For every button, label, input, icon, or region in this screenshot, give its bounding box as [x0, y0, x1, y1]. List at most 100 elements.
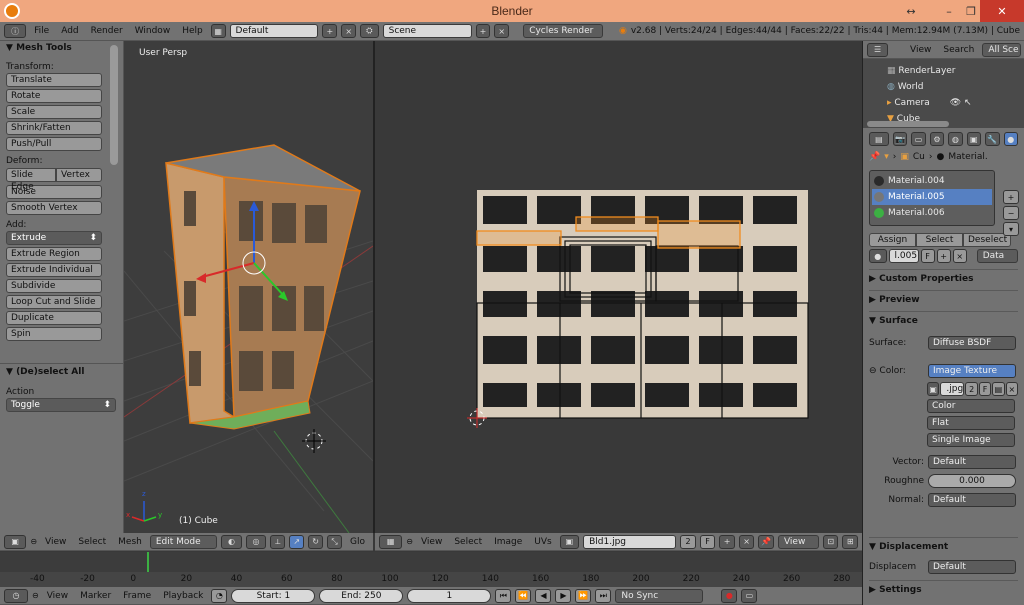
menu-add[interactable]: Add [57, 26, 82, 36]
timeline-menu-view[interactable]: View [43, 591, 72, 601]
translate-manip-icon[interactable]: ↗ [289, 534, 305, 549]
displacement-panel[interactable]: ▼ Displacement [869, 537, 1018, 552]
manipulator-icon[interactable]: ⟂ [270, 534, 286, 549]
vector-dropdown[interactable]: Default [928, 455, 1016, 469]
mesh-tools-header[interactable]: ▼ Mesh Tools [6, 43, 115, 53]
image-header-unlink-icon[interactable]: × [738, 534, 755, 549]
image-menu-select[interactable]: Select [450, 537, 486, 547]
image-unlink-icon[interactable]: × [1005, 382, 1019, 396]
start-frame-field[interactable]: Start: 1 [231, 588, 316, 603]
outliner-item-world[interactable]: ◍ World [887, 79, 1024, 95]
slide-edge-button[interactable]: Slide Edge [6, 168, 56, 192]
menu-render[interactable]: Render [87, 26, 127, 36]
fake-user-button[interactable]: F [920, 249, 935, 263]
material-tab-icon[interactable]: ● [1003, 132, 1018, 146]
slot-add-icon[interactable]: + [1003, 190, 1019, 204]
scale-button[interactable]: Scale [6, 105, 102, 119]
projection-dropdown[interactable]: Flat [927, 416, 1015, 430]
orientation-dropdown[interactable]: Glo [346, 537, 369, 547]
view3d-menu-mesh[interactable]: Mesh [114, 537, 146, 547]
scene-add-icon[interactable]: + [475, 24, 491, 38]
image-fake-user-button[interactable]: F [978, 382, 992, 396]
slot-move-icon[interactable]: ▾ [1003, 222, 1019, 236]
duplicate-button[interactable]: Duplicate [6, 311, 102, 325]
record-icon[interactable]: ● [721, 588, 738, 603]
world-tab-icon[interactable]: ◍ [948, 132, 963, 146]
keying-set-icon[interactable]: ▭ [741, 588, 758, 603]
next-key-icon[interactable]: ⏩ [575, 588, 592, 603]
snap-icon[interactable]: ⊞ [842, 534, 859, 549]
outliner-menu-search[interactable]: Search [939, 45, 978, 55]
view3d-editor-icon[interactable]: ▣ [4, 534, 27, 549]
3d-viewport[interactable]: User Persp (1) Cube z x y [124, 41, 373, 533]
roughness-slider[interactable]: 0.000 [928, 474, 1016, 488]
scene-icon[interactable]: ⛭ [360, 24, 379, 38]
unlink-material-icon[interactable]: × [952, 249, 967, 263]
material-slot-3[interactable]: Material.006 [872, 205, 992, 221]
image-browse-header-icon[interactable]: ▣ [559, 534, 580, 549]
outliner-menu-view[interactable]: View [906, 45, 935, 55]
outliner-editor-icon[interactable]: ☰ [867, 42, 889, 57]
scene-field[interactable]: Scene [382, 24, 472, 38]
timeline-editor-icon[interactable]: ◷ [4, 588, 28, 603]
timeline-menu-marker[interactable]: Marker [76, 591, 115, 601]
layout-add-icon[interactable]: + [322, 24, 338, 38]
image-header-new-icon[interactable]: + [719, 534, 735, 549]
color-space-dropdown[interactable]: Color [927, 399, 1015, 413]
layout-field[interactable]: Default [229, 24, 319, 38]
outliner-item-camera[interactable]: ▸ Camera 👁 ↖ [887, 95, 1024, 111]
sticky-mode-icon[interactable]: ⊡ [822, 534, 839, 549]
image-open-icon[interactable]: ▤ [992, 382, 1005, 396]
preview-range-icon[interactable]: ◔ [211, 588, 228, 603]
render-tab-icon[interactable]: 📷 [892, 132, 908, 146]
loop-cut-button[interactable]: Loop Cut and Slide [6, 295, 102, 309]
rotate-button[interactable]: Rotate [6, 89, 102, 103]
extrude-individual-button[interactable]: Extrude Individual [6, 263, 102, 277]
deselect-all-header[interactable]: ▼ (De)select All [6, 367, 118, 377]
material-slot-2[interactable]: Material.005 [872, 189, 992, 205]
shrink-fatten-button[interactable]: Shrink/Fatten [6, 121, 102, 135]
displacement-dropdown[interactable]: Default [928, 560, 1016, 574]
scene-remove-icon[interactable]: × [494, 24, 510, 38]
rotate-manip-icon[interactable]: ↻ [308, 534, 324, 549]
action-dropdown[interactable]: Toggle ⬍ [6, 398, 116, 412]
toolshelf-scrollbar[interactable] [110, 45, 118, 165]
modifier-tab-icon[interactable]: 🔧 [985, 132, 1000, 146]
image-view-dropdown[interactable]: View [777, 534, 819, 549]
jump-end-icon[interactable]: ⏭ [595, 588, 612, 603]
image-browse-icon[interactable]: ▣ [927, 382, 940, 396]
view3d-menu-view[interactable]: View [41, 537, 70, 547]
material-name-field[interactable]: l.005 [888, 249, 919, 263]
smooth-vertex-button[interactable]: Smooth Vertex [6, 201, 102, 215]
scene-tab-icon[interactable]: ⚙ [929, 132, 945, 146]
layer-tab-icon[interactable]: ▭ [911, 132, 926, 146]
timeline-menu-frame[interactable]: Frame [119, 591, 155, 601]
image-header-fake-user[interactable]: F [699, 534, 716, 549]
properties-editor-icon[interactable]: ▤ [869, 132, 889, 146]
prev-key-icon[interactable]: ⏪ [515, 588, 532, 603]
render-engine-dropdown[interactable]: Cycles Render [523, 24, 603, 38]
info-editor-icon[interactable]: ⓘ [4, 24, 27, 38]
play-icon[interactable]: ▶ [555, 588, 572, 603]
slide-vertex-button[interactable]: Vertex [56, 168, 102, 182]
material-slot-1[interactable]: Material.004 [872, 173, 992, 189]
image-name-field[interactable]: .jpg [940, 382, 965, 396]
object-tab-icon[interactable]: ▣ [966, 132, 982, 146]
push-pull-button[interactable]: Push/Pull [6, 137, 102, 151]
extrude-region-button[interactable]: Extrude Region [6, 247, 102, 261]
menu-help[interactable]: Help [178, 26, 207, 36]
assign-button[interactable]: Assign [869, 233, 916, 247]
play-reverse-icon[interactable]: ◀ [535, 588, 552, 603]
shading-icon[interactable]: ◐ [221, 534, 242, 549]
slot-remove-icon[interactable]: − [1003, 206, 1019, 220]
close-button[interactable]: ✕ [980, 0, 1024, 22]
sync-dropdown[interactable]: No Sync [615, 588, 704, 603]
uv-image-editor[interactable] [375, 41, 862, 533]
outliner-item-renderlayer[interactable]: ▦ RenderLayer [887, 63, 1024, 79]
pin-icon[interactable]: 📌 [869, 152, 880, 162]
playhead[interactable] [147, 552, 149, 572]
mode-dropdown[interactable]: Edit Mode [149, 534, 218, 549]
view3d-menu-select[interactable]: Select [74, 537, 110, 547]
new-material-icon[interactable]: + [936, 249, 951, 263]
end-frame-field[interactable]: End: 250 [319, 588, 404, 603]
